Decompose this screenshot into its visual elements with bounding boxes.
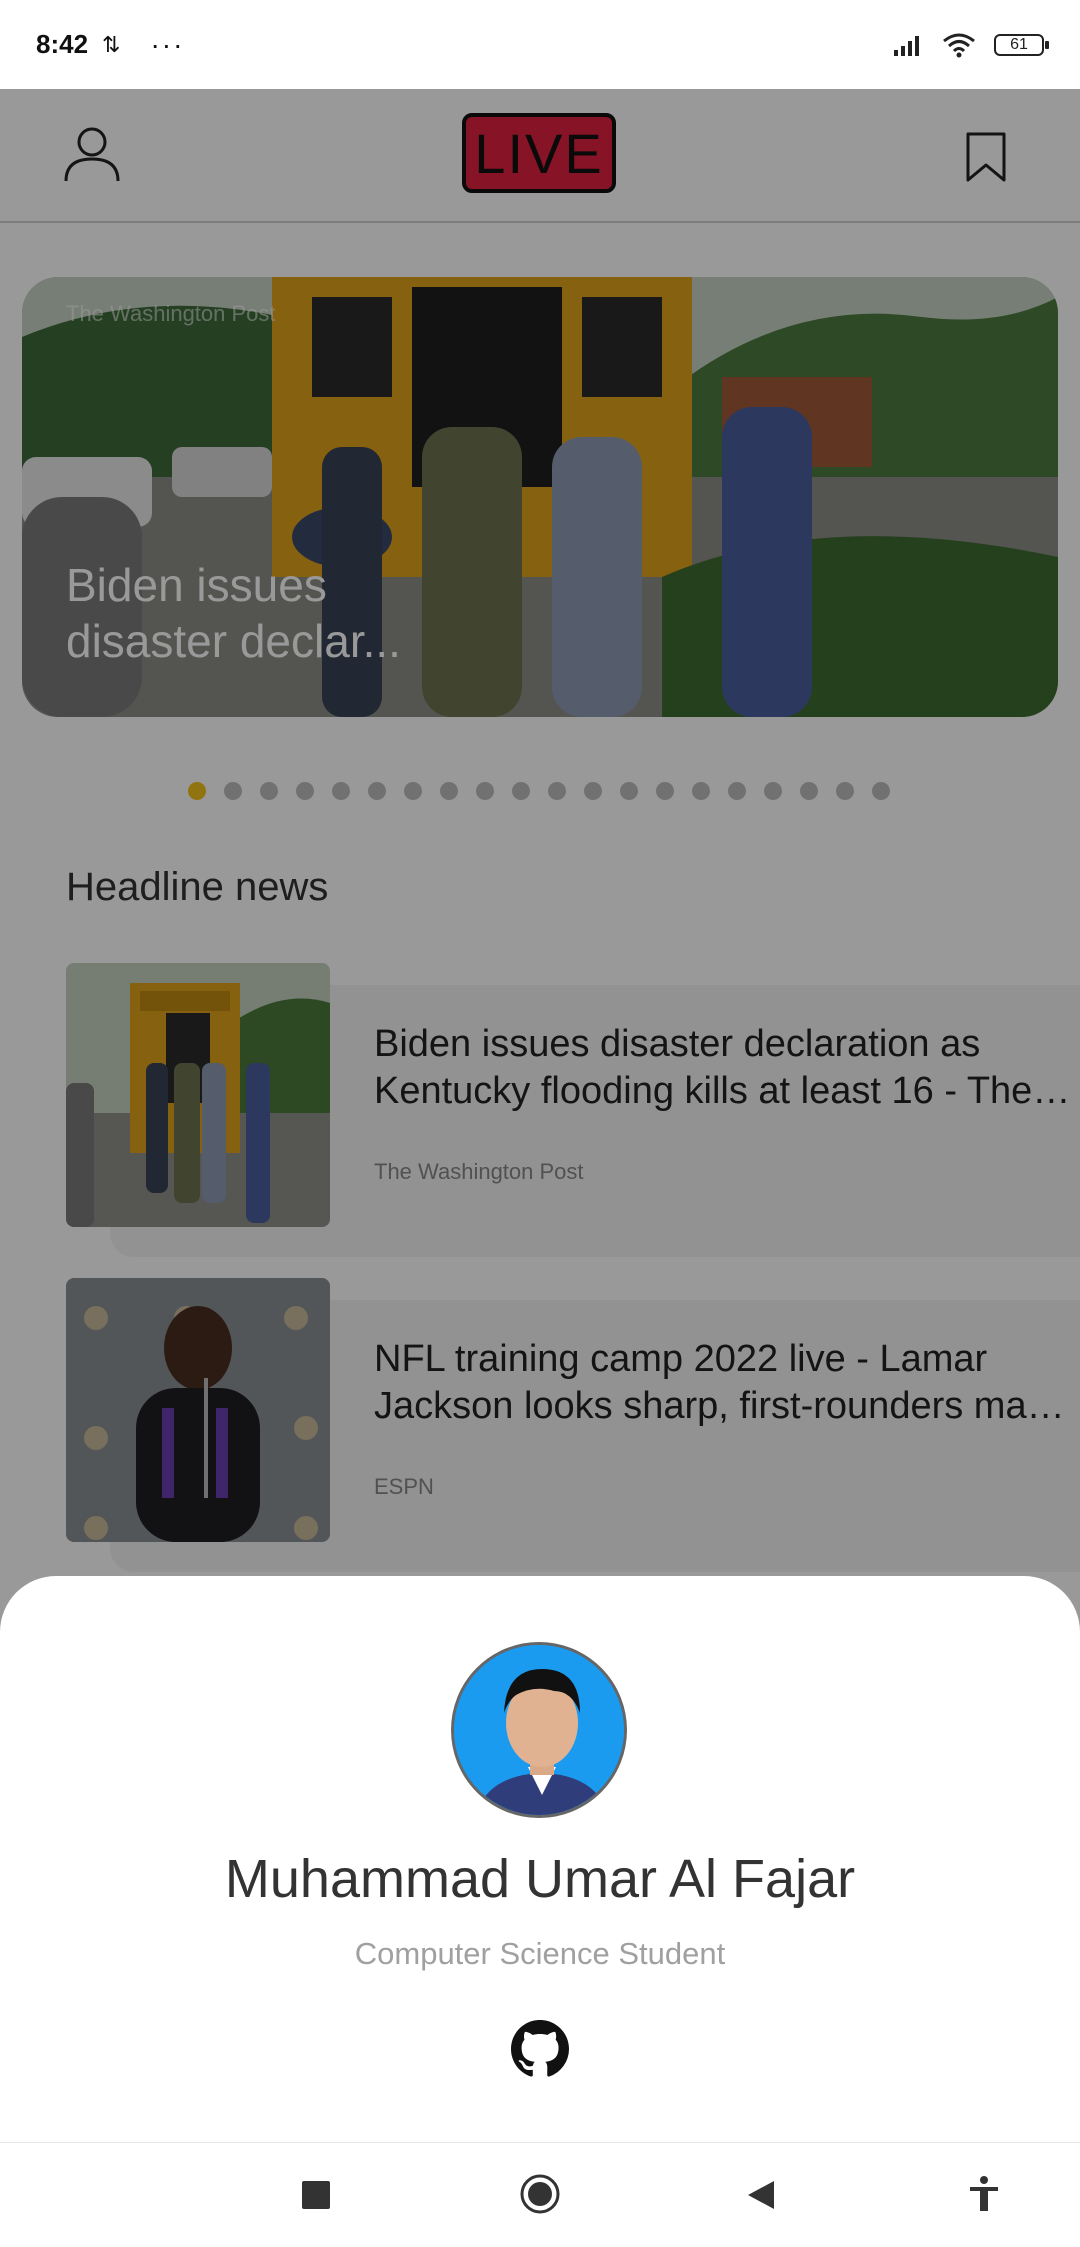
home-circle-icon[interactable]: [519, 2173, 561, 2215]
status-time: 8:42: [36, 29, 89, 59]
wifi-icon: [943, 33, 975, 57]
recents-square-icon[interactable]: [302, 2181, 330, 2209]
accessibility-icon[interactable]: [968, 2175, 1000, 2213]
signal-icon: [894, 35, 919, 56]
profile-role: Computer Science Student: [354, 1936, 726, 1971]
back-triangle-icon[interactable]: [746, 2179, 776, 2211]
battery-level: 61: [1010, 35, 1028, 53]
profile-bottom-sheet: Muhammad Umar Al Fajar Computer Science …: [0, 1576, 1080, 2142]
data-activity-icon: ⇅: [102, 31, 121, 57]
profile-name: Muhammad Umar Al Fajar: [224, 1849, 856, 1909]
system-nav-bar: [0, 2142, 1080, 2247]
avatar: [451, 1642, 627, 1818]
status-bar: 8:42 ⇅ ··· 61: [0, 0, 1080, 89]
github-icon[interactable]: [511, 2020, 569, 2078]
battery-indicator: 61: [994, 33, 1049, 56]
more-notifications-icon: ···: [150, 28, 185, 60]
